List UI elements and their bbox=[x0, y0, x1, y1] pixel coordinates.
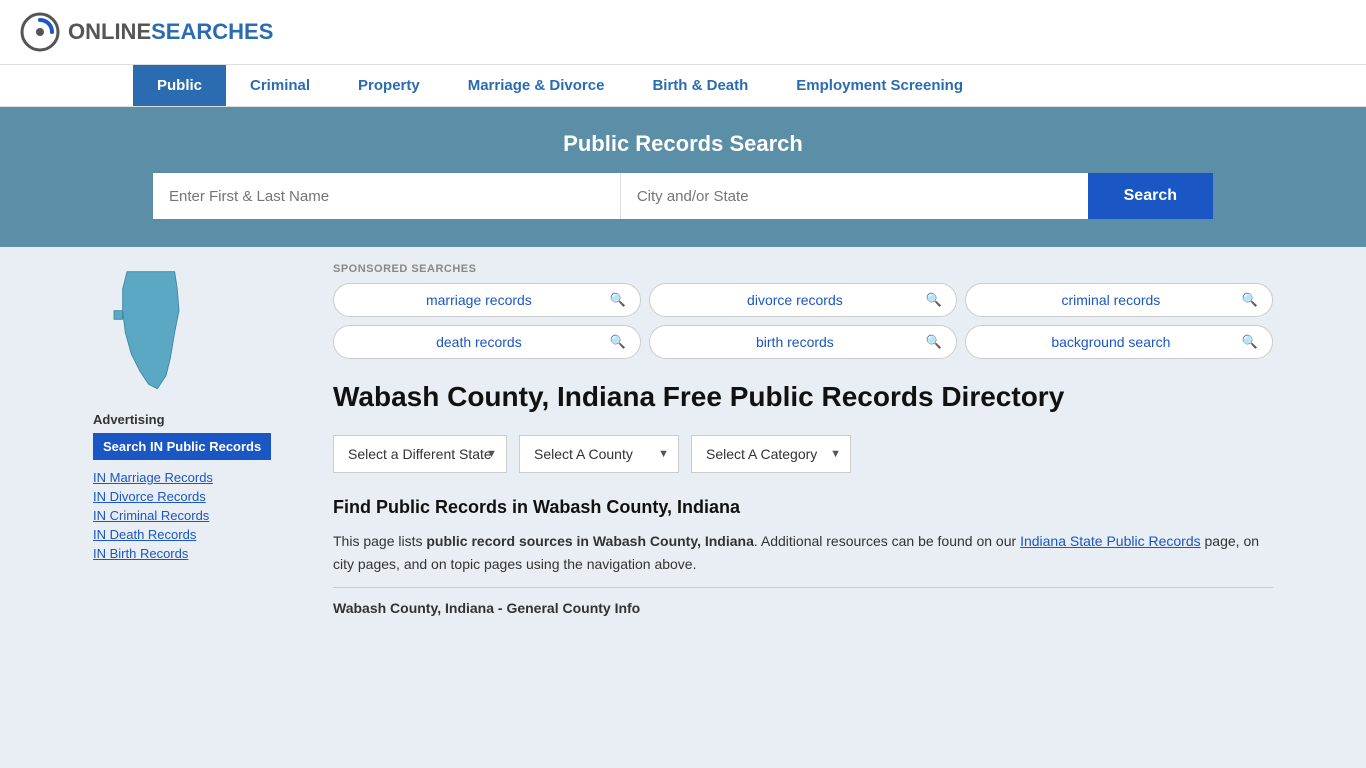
category-dropdown[interactable]: Select A Category bbox=[691, 435, 851, 473]
sponsored-text-background: background search bbox=[980, 334, 1242, 350]
logo-text: ONLINE SEARCHES bbox=[68, 19, 273, 45]
hero-section: Public Records Search Search bbox=[0, 107, 1366, 247]
description-text: This page lists public record sources in… bbox=[333, 530, 1273, 575]
indiana-records-link[interactable]: Indiana State Public Records bbox=[1020, 533, 1201, 549]
sidebar-link-birth[interactable]: IN Birth Records bbox=[93, 546, 313, 561]
sponsored-grid: marriage records 🔍 divorce records 🔍 cri… bbox=[333, 283, 1273, 359]
sponsored-text-divorce: divorce records bbox=[664, 292, 926, 308]
search-icon-divorce: 🔍 bbox=[926, 292, 942, 308]
sponsored-item-criminal[interactable]: criminal records 🔍 bbox=[965, 283, 1273, 317]
sidebar-link-divorce[interactable]: IN Divorce Records bbox=[93, 489, 313, 504]
search-button[interactable]: Search bbox=[1088, 173, 1213, 219]
sponsored-item-death[interactable]: death records 🔍 bbox=[333, 325, 641, 359]
desc-bold: public record sources in Wabash County, … bbox=[426, 533, 754, 549]
general-info-label: Wabash County, Indiana - General County … bbox=[333, 600, 1273, 616]
nav-item-public[interactable]: Public bbox=[133, 65, 226, 106]
logo-online: ONLINE bbox=[68, 19, 151, 45]
sponsored-text-death: death records bbox=[348, 334, 610, 350]
sponsored-text-marriage: marriage records bbox=[348, 292, 610, 308]
ad-button[interactable]: Search IN Public Records bbox=[93, 433, 271, 460]
page-heading: Wabash County, Indiana Free Public Recor… bbox=[333, 379, 1273, 415]
search-icon-marriage: 🔍 bbox=[610, 292, 626, 308]
state-dropdown-wrap: Select a Different State bbox=[333, 435, 507, 473]
search-icon-criminal: 🔍 bbox=[1242, 292, 1258, 308]
sidebar-link-criminal[interactable]: IN Criminal Records bbox=[93, 508, 313, 523]
find-heading: Find Public Records in Wabash County, In… bbox=[333, 497, 1273, 518]
site-header: ONLINE SEARCHES bbox=[0, 0, 1366, 65]
sponsored-item-birth[interactable]: birth records 🔍 bbox=[649, 325, 957, 359]
advertising-label: Advertising bbox=[93, 412, 313, 427]
category-dropdown-wrap: Select A Category bbox=[691, 435, 851, 473]
logo[interactable]: ONLINE SEARCHES bbox=[20, 12, 273, 52]
search-icon-background: 🔍 bbox=[1242, 334, 1258, 350]
county-dropdown[interactable]: Select A County bbox=[519, 435, 679, 473]
search-icon-death: 🔍 bbox=[610, 334, 626, 350]
state-dropdown[interactable]: Select a Different State bbox=[333, 435, 507, 473]
logo-searches: SEARCHES bbox=[151, 19, 273, 45]
sponsored-text-criminal: criminal records bbox=[980, 292, 1242, 308]
desc-part1: This page lists bbox=[333, 533, 426, 549]
sponsored-item-background[interactable]: background search 🔍 bbox=[965, 325, 1273, 359]
search-icon-birth: 🔍 bbox=[926, 334, 942, 350]
content-area: SPONSORED SEARCHES marriage records 🔍 di… bbox=[333, 263, 1273, 616]
desc-part2: . Additional resources can be found on o… bbox=[754, 533, 1020, 549]
nav-item-criminal[interactable]: Criminal bbox=[226, 65, 334, 106]
hero-title: Public Records Search bbox=[20, 131, 1346, 157]
sponsored-item-marriage[interactable]: marriage records 🔍 bbox=[333, 283, 641, 317]
logo-icon bbox=[20, 12, 60, 52]
sidebar-link-death[interactable]: IN Death Records bbox=[93, 527, 313, 542]
dropdown-row: Select a Different State Select A County… bbox=[333, 435, 1273, 473]
search-bar: Search bbox=[153, 173, 1213, 219]
sidebar-links: IN Marriage Records IN Divorce Records I… bbox=[93, 470, 313, 561]
sponsored-text-birth: birth records bbox=[664, 334, 926, 350]
sidebar: Advertising Search IN Public Records IN … bbox=[93, 263, 313, 616]
nav-item-marriage-divorce[interactable]: Marriage & Divorce bbox=[444, 65, 629, 106]
name-input[interactable] bbox=[153, 173, 621, 219]
main-nav: Public Criminal Property Marriage & Divo… bbox=[0, 65, 1366, 107]
main-content: Advertising Search IN Public Records IN … bbox=[73, 247, 1293, 632]
sponsored-item-divorce[interactable]: divorce records 🔍 bbox=[649, 283, 957, 317]
sidebar-link-marriage[interactable]: IN Marriage Records bbox=[93, 470, 313, 485]
sponsored-label: SPONSORED SEARCHES bbox=[333, 263, 1273, 275]
nav-item-birth-death[interactable]: Birth & Death bbox=[628, 65, 772, 106]
nav-item-property[interactable]: Property bbox=[334, 65, 444, 106]
section-divider bbox=[333, 587, 1273, 588]
location-input[interactable] bbox=[621, 173, 1088, 219]
state-map-indiana bbox=[93, 263, 213, 393]
county-dropdown-wrap: Select A County bbox=[519, 435, 679, 473]
nav-item-employment[interactable]: Employment Screening bbox=[772, 65, 987, 106]
